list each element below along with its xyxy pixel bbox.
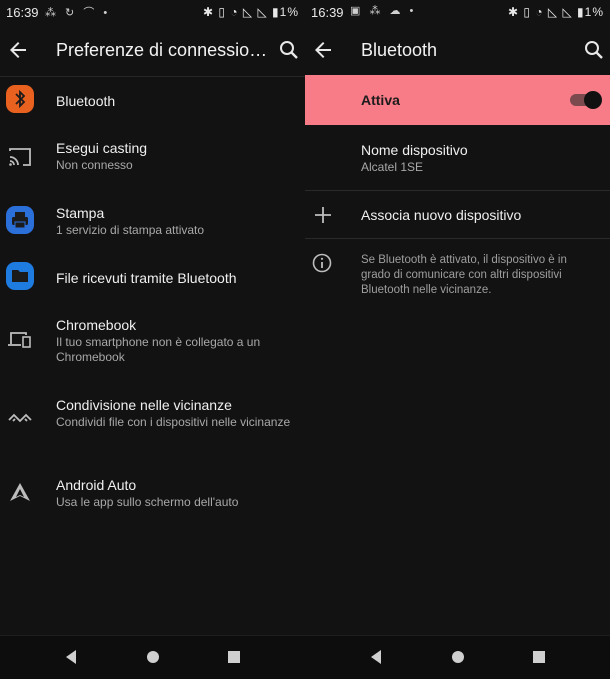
back-arrow-icon[interactable] — [6, 38, 30, 62]
battery-level: 1% — [279, 5, 299, 19]
divider — [305, 190, 610, 191]
device-name-value: Alcatel 1SE — [361, 160, 424, 174]
switch-thumb — [584, 91, 602, 109]
bluetooth-switch[interactable] — [570, 91, 602, 109]
nearby-share-icon — [8, 413, 32, 423]
recents-nav-icon[interactable] — [531, 649, 547, 665]
search-icon[interactable] — [277, 38, 301, 62]
list-item-android-auto[interactable]: Android Auto Usa le app sullo schermo de… — [0, 470, 305, 520]
list-item-chromebook[interactable]: Chromebook Il tuo smartphone non è colle… — [0, 310, 305, 370]
device-name-title: Nome dispositivo — [361, 142, 468, 158]
item-title: Stampa — [56, 205, 105, 221]
toolbar: Preferenze di connessio… — [0, 26, 305, 77]
info-icon — [312, 253, 332, 273]
list-item-casting[interactable]: Esegui casting Non connesso — [0, 134, 305, 184]
bluetooth-icon — [6, 85, 34, 113]
status-time: 16:39 — [311, 5, 344, 20]
system-icons: ✱ ▯ ◔ ◺ ◺ ▮1% — [203, 5, 299, 19]
home-nav-icon[interactable] — [145, 649, 161, 665]
toggle-label: Attiva — [361, 92, 400, 108]
add-icon — [315, 207, 331, 223]
status-time: 16:39 — [6, 5, 39, 20]
recents-nav-icon[interactable] — [226, 649, 242, 665]
item-title: File ricevuti tramite Bluetooth — [56, 270, 237, 286]
list-item-print[interactable]: Stampa 1 servizio di stampa attivato — [0, 198, 305, 248]
folder-icon — [6, 262, 34, 290]
notification-icons: ▣ ⁂ ☁ • — [350, 5, 417, 17]
page-title: Bluetooth — [361, 40, 438, 60]
item-subtitle: Il tuo smartphone non è collegato a un C… — [56, 335, 261, 364]
bluetooth-toggle-row[interactable]: Attiva — [305, 75, 610, 125]
device-name-row[interactable]: Nome dispositivo Alcatel 1SE — [305, 135, 610, 185]
list-item-nearby-share[interactable]: Condivisione nelle vicinanze Condividi f… — [0, 390, 305, 450]
list-item-received-files[interactable]: File ricevuti tramite Bluetooth — [0, 261, 305, 301]
devices-icon — [8, 332, 31, 348]
status-bar: 16:39 ⁂ ↻ ⌒ • ✱ ▯ ◔ ◺ ◺ ▮1% — [0, 0, 305, 24]
divider — [305, 238, 610, 239]
search-icon[interactable] — [582, 38, 606, 62]
navigation-bar — [305, 635, 610, 679]
android-auto-icon — [10, 483, 30, 501]
item-title: Condivisione nelle vicinanze — [56, 397, 232, 413]
home-nav-icon[interactable] — [450, 649, 466, 665]
back-nav-icon[interactable] — [368, 649, 384, 665]
item-subtitle: Usa le app sullo schermo dell'auto — [56, 495, 239, 509]
printer-icon — [6, 206, 34, 234]
item-subtitle: Condividi file con i dispositivi nelle v… — [56, 415, 291, 429]
battery-level: 1% — [584, 5, 604, 19]
page-title: Preferenze di connessio… — [56, 40, 268, 60]
toolbar: Bluetooth — [305, 26, 610, 76]
pair-new-device-row[interactable]: Associa nuovo dispositivo — [305, 193, 610, 237]
item-title: Esegui casting — [56, 140, 148, 156]
bluetooth-settings-screen: 16:39 ▣ ⁂ ☁ • ✱ ▯ ◔ ◺ ◺ ▮1% Bluetooth At… — [305, 0, 610, 679]
item-title: Chromebook — [56, 317, 137, 333]
navigation-bar — [0, 635, 305, 679]
list-item-bluetooth[interactable]: Bluetooth — [0, 80, 305, 120]
notification-icons: ⁂ ↻ ⌒ • — [45, 7, 111, 19]
pair-label: Associa nuovo dispositivo — [361, 207, 522, 223]
status-bar: 16:39 ▣ ⁂ ☁ • ✱ ▯ ◔ ◺ ◺ ▮1% — [305, 0, 610, 24]
item-title: Bluetooth — [56, 93, 116, 109]
connection-preferences-screen: 16:39 ⁂ ↻ ⌒ • ✱ ▯ ◔ ◺ ◺ ▮1% Preferenze d… — [0, 0, 305, 679]
bluetooth-info-text: Se Bluetooth è attivato, il dispositivo … — [361, 254, 567, 296]
item-subtitle: Non connesso — [56, 158, 133, 172]
system-icons: ✱ ▯ ◔ ◺ ◺ ▮1% — [508, 5, 604, 19]
cast-icon — [9, 148, 31, 166]
item-subtitle: 1 servizio di stampa attivato — [56, 223, 205, 237]
back-arrow-icon[interactable] — [311, 38, 335, 62]
item-title: Android Auto — [56, 477, 137, 493]
back-nav-icon[interactable] — [63, 649, 79, 665]
